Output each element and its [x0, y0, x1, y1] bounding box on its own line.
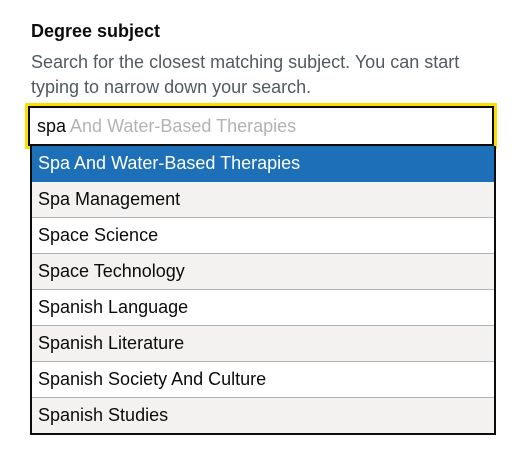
typed-text: spa [37, 116, 67, 136]
suggestion-option[interactable]: Spanish Language [32, 290, 494, 326]
autocomplete-hint: And Water-Based Therapies [66, 116, 297, 136]
input-text: spa And Water-Based Therapies [37, 108, 296, 144]
subject-autocomplete-input[interactable]: spa And Water-Based Therapies [25, 103, 497, 149]
suggestion-option[interactable]: Spanish Studies [32, 398, 494, 433]
suggestions-listbox: Spa And Water-Based Therapies Spa Manage… [30, 146, 496, 435]
suggestion-option[interactable]: Spa Management [32, 182, 494, 218]
suggestion-option[interactable]: Spa And Water-Based Therapies [32, 146, 494, 182]
suggestion-option[interactable]: Spanish Society And Culture [32, 362, 494, 398]
degree-subject-field: Degree subject Search for the closest ma… [31, 20, 495, 100]
suggestion-option[interactable]: Space Science [32, 218, 494, 254]
suggestion-option[interactable]: Spanish Literature [32, 326, 494, 362]
field-label: Degree subject [31, 21, 161, 41]
suggestion-option[interactable]: Space Technology [32, 254, 494, 290]
field-hint: Search for the closest matching subject.… [31, 52, 460, 97]
